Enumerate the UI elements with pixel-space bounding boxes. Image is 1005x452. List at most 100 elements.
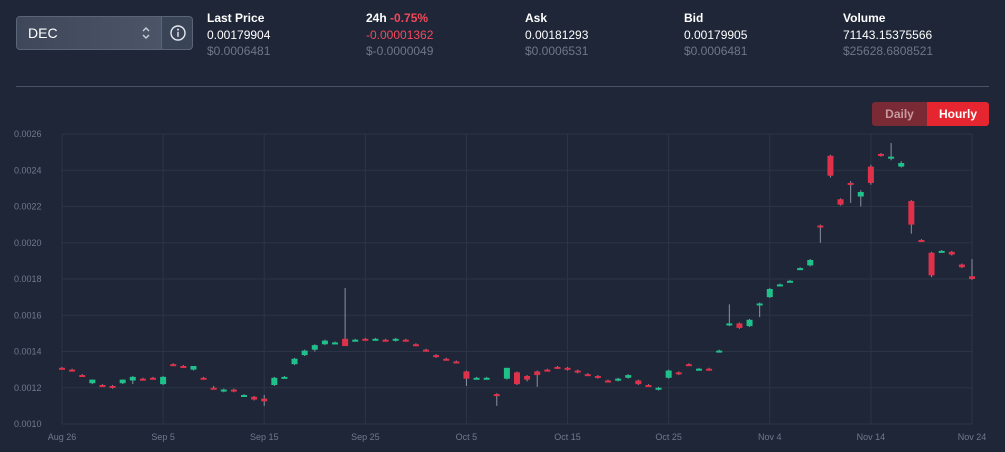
candle-body — [564, 367, 571, 370]
hourly-button[interactable]: Hourly — [927, 102, 989, 126]
candle-body — [109, 385, 116, 388]
candle-body — [776, 284, 783, 287]
candle-body — [332, 342, 338, 345]
candle-body — [514, 372, 520, 385]
market-selector[interactable]: DEC — [16, 16, 193, 50]
candle-body — [756, 303, 763, 306]
x-tick-label: Sep 15 — [250, 432, 279, 442]
stat-24h-change: 24h -0.75% -0.00001362 $-0.0000049 — [366, 11, 433, 58]
candle-body — [655, 387, 662, 390]
candle-body — [160, 376, 167, 385]
y-tick-label: 0.0014 — [14, 347, 42, 357]
candle-body — [241, 395, 247, 397]
candle-body — [59, 367, 65, 370]
candle-body — [473, 377, 480, 380]
candle-body — [180, 366, 187, 368]
candle-body — [675, 372, 682, 375]
candle-body — [867, 166, 874, 183]
stat-change-percent: -0.75% — [390, 11, 429, 25]
candle-body — [918, 240, 925, 243]
y-tick-label: 0.0022 — [14, 202, 42, 212]
x-tick-label: Sep 25 — [351, 432, 380, 442]
candle-body — [807, 259, 814, 266]
x-tick-label: Nov 14 — [857, 432, 886, 442]
y-tick-label: 0.0010 — [14, 419, 42, 429]
candle-body — [847, 182, 854, 185]
stat-usd-value: $25628.6808521 — [843, 44, 934, 58]
candle-body — [958, 264, 965, 268]
stat-label: Last Price — [207, 11, 265, 25]
candle-body — [433, 355, 440, 358]
candle-body — [787, 280, 793, 283]
candle-body — [261, 398, 268, 402]
header-divider — [16, 86, 989, 87]
stat-last-price: Last Price 0.00179904 $0.0006481 — [207, 11, 270, 58]
stat-usd-value: $0.0006481 — [207, 44, 271, 58]
candle-body — [524, 375, 531, 380]
candle-body — [483, 377, 490, 380]
candle-body — [665, 370, 672, 378]
candle-body — [281, 376, 288, 379]
stat-volume: Volume 71143.15375566 $25628.6808521 — [843, 11, 933, 58]
candle-body — [746, 319, 753, 327]
candle-body — [766, 288, 773, 298]
candle-body — [321, 340, 328, 345]
candle-body — [584, 374, 591, 377]
candle-body — [139, 378, 146, 381]
stat-value: 0.00179905 — [684, 28, 748, 42]
candle-body — [503, 367, 510, 379]
candle-body — [382, 339, 389, 342]
candle-body — [625, 375, 632, 378]
candle-body — [402, 339, 409, 342]
candle-body — [969, 276, 975, 279]
stat-label: Volume — [843, 11, 886, 25]
candle-body — [726, 323, 733, 326]
info-icon[interactable] — [162, 17, 192, 49]
candle-body — [898, 163, 905, 167]
candle-body — [99, 385, 106, 388]
candle-body — [200, 377, 207, 380]
chevron-updown-icon — [142, 27, 150, 39]
y-tick-label: 0.0016 — [14, 310, 42, 320]
candle-body — [170, 364, 177, 367]
candle-body — [908, 201, 915, 225]
candle-body — [311, 345, 318, 350]
candle-body — [706, 368, 713, 371]
market-select-value: DEC — [28, 25, 58, 41]
candle-body — [119, 379, 126, 384]
stat-value: 71143.15375566 — [843, 28, 933, 42]
candle-body — [220, 389, 227, 392]
stat-usd-value: $-0.0000049 — [366, 44, 434, 58]
candle-body — [251, 396, 258, 400]
stat-label: Bid — [684, 11, 704, 25]
candle-body — [574, 370, 581, 373]
candle-body — [605, 380, 611, 383]
candle-body — [928, 252, 935, 276]
candle-body — [645, 385, 652, 388]
market-select[interactable]: DEC — [17, 17, 162, 49]
candle-body — [797, 268, 804, 271]
candle-body — [685, 364, 692, 367]
candle-body — [938, 250, 945, 253]
candle-body — [827, 155, 834, 176]
candle-body — [352, 339, 359, 342]
x-tick-label: Sep 5 — [151, 432, 175, 442]
x-tick-label: Oct 15 — [554, 432, 581, 442]
candle-body — [150, 377, 156, 380]
candle-body — [362, 338, 369, 341]
candle-body — [79, 375, 86, 378]
candle-body — [412, 344, 419, 347]
stat-bid: Bid 0.00179905 $0.0006481 — [684, 11, 747, 58]
candle-body — [392, 338, 399, 341]
y-tick-label: 0.0018 — [14, 274, 42, 284]
x-tick-label: Oct 25 — [655, 432, 682, 442]
candle-body — [594, 375, 601, 378]
daily-button[interactable]: Daily — [872, 102, 927, 126]
candle-body — [271, 377, 278, 386]
stat-value: 0.00179904 — [207, 28, 271, 42]
candle-body — [89, 379, 96, 384]
price-chart: 0.0010 0.0012 0.0014 0.0016 0.0018 0.0020 0.00… — [14, 129, 986, 442]
stat-value: -0.00001362 — [366, 28, 434, 42]
candle-body — [554, 366, 561, 369]
candle-body — [230, 389, 237, 392]
